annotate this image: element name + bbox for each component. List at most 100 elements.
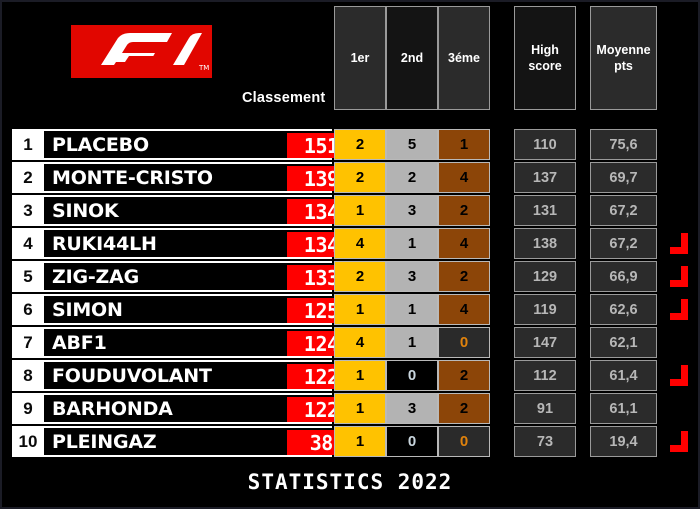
row-driver-name: SINOK — [52, 199, 119, 222]
table-header: TM Classement 1er 2nd 3éme High score Mo… — [2, 2, 698, 128]
row-moyenne-pts: 61,4 — [590, 360, 657, 391]
row-third-place-count: 2 — [438, 393, 490, 424]
row-high-score: 73 — [514, 426, 576, 457]
row-high-score: 147 — [514, 327, 576, 358]
table-row[interactable]: 1 PLACEBO 1511 2 5 1 110 75,6 — [2, 128, 698, 161]
row-moyenne-pts: 67,2 — [590, 195, 657, 226]
row-rank: 6 — [12, 294, 44, 325]
row-first-place-count: 2 — [334, 129, 386, 160]
row-moyenne-pts: 66,9 — [590, 261, 657, 292]
column-header-high-score-label: High score — [528, 42, 562, 74]
row-moyenne-pts: 62,6 — [590, 294, 657, 325]
row-high-score: 91 — [514, 393, 576, 424]
row-second-place-count: 3 — [386, 261, 438, 292]
row-third-place-count: 4 — [438, 294, 490, 325]
trend-down-marker-icon — [670, 266, 689, 287]
column-header-2nd: 2nd — [386, 6, 438, 110]
standings-rows: 1 PLACEBO 1511 2 5 1 110 75,6 2 MONTE-CRISTO 1394 2… — [2, 128, 698, 458]
row-first-place-count: 2 — [334, 162, 386, 193]
row-name-bar: PLEINGAZ 388 — [44, 426, 367, 457]
trend-down-marker-icon — [670, 233, 689, 254]
row-high-score: 129 — [514, 261, 576, 292]
row-third-place-count: 4 — [438, 162, 490, 193]
table-row[interactable]: 2 MONTE-CRISTO 1394 2 2 4 137 69,7 — [2, 161, 698, 194]
table-row[interactable]: 9 BARHONDA 1222 1 3 2 91 61,1 — [2, 392, 698, 425]
row-name-bar: ABF1 1241 — [44, 327, 367, 358]
row-rank: 5 — [12, 261, 44, 292]
row-rank: 4 — [12, 228, 44, 259]
row-rank: 10 — [12, 426, 44, 457]
table-row[interactable]: 10 PLEINGAZ 388 1 0 0 73 19,4 — [2, 425, 698, 458]
row-third-place-count: 0 — [438, 426, 490, 457]
row-driver-name: SIMON — [52, 298, 123, 321]
f1-logo: TM — [71, 25, 212, 78]
footer-title: STATISTICS 2022 — [247, 470, 453, 494]
row-driver-name: RUKI44LH — [52, 232, 157, 255]
row-high-score: 119 — [514, 294, 576, 325]
row-name-bar: SIMON 1251 — [44, 294, 367, 325]
row-name-bar: MONTE-CRISTO 1394 — [44, 162, 367, 193]
row-first-place-count: 1 — [334, 195, 386, 226]
row-second-place-count: 3 — [386, 393, 438, 424]
row-second-place-count: 3 — [386, 195, 438, 226]
trend-down-marker-icon — [670, 431, 689, 452]
row-name-bar: RUKI44LH 1344 — [44, 228, 367, 259]
row-first-place-count: 2 — [334, 261, 386, 292]
row-third-place-count: 2 — [438, 360, 490, 391]
row-driver-name: FOUDUVOLANT — [52, 364, 212, 387]
row-driver-name: ABF1 — [52, 331, 107, 354]
svg-text:TM: TM — [198, 64, 209, 72]
row-second-place-count: 1 — [386, 294, 438, 325]
table-row[interactable]: 4 RUKI44LH 1344 4 1 4 138 67,2 — [2, 227, 698, 260]
row-name-bar: FOUDUVOLANT 1227 — [44, 360, 367, 391]
row-second-place-count: 0 — [386, 426, 438, 457]
trend-down-marker-icon — [670, 365, 689, 386]
row-moyenne-pts: 67,2 — [590, 228, 657, 259]
table-row[interactable]: 5 ZIG-ZAG 1338 2 3 2 129 66,9 — [2, 260, 698, 293]
row-second-place-count: 5 — [386, 129, 438, 160]
table-row[interactable]: 8 FOUDUVOLANT 1227 1 0 2 112 61,4 — [2, 359, 698, 392]
row-high-score: 110 — [514, 129, 576, 160]
column-header-high-score: High score — [514, 6, 576, 110]
row-second-place-count: 1 — [386, 327, 438, 358]
row-driver-name: PLEINGAZ — [52, 430, 157, 453]
row-name-bar: PLACEBO 1511 — [44, 129, 367, 160]
row-high-score: 131 — [514, 195, 576, 226]
row-rank: 8 — [12, 360, 44, 391]
row-second-place-count: 2 — [386, 162, 438, 193]
row-name-bar: BARHONDA 1222 — [44, 393, 367, 424]
row-moyenne-pts: 19,4 — [590, 426, 657, 457]
row-driver-name: BARHONDA — [52, 397, 173, 420]
row-rank: 2 — [12, 162, 44, 193]
row-moyenne-pts: 62,1 — [590, 327, 657, 358]
column-header-3eme: 3éme — [438, 6, 490, 110]
row-third-place-count: 2 — [438, 195, 490, 226]
table-row[interactable]: 7 ABF1 1241 4 1 0 147 62,1 — [2, 326, 698, 359]
row-first-place-count: 4 — [334, 327, 386, 358]
row-driver-name: MONTE-CRISTO — [52, 166, 213, 189]
row-rank: 7 — [12, 327, 44, 358]
row-rank: 3 — [12, 195, 44, 226]
row-rank: 1 — [12, 129, 44, 160]
column-header-moyenne-pts: Moyenne pts — [590, 6, 657, 110]
row-third-place-count: 0 — [438, 327, 490, 358]
row-driver-name: PLACEBO — [52, 133, 149, 156]
row-name-bar: SINOK 1344 — [44, 195, 367, 226]
column-header-moyenne-pts-label: Moyenne pts — [596, 42, 651, 74]
table-row[interactable]: 6 SIMON 1251 1 1 4 119 62,6 — [2, 293, 698, 326]
classement-label: Classement — [242, 90, 326, 106]
row-third-place-count: 4 — [438, 228, 490, 259]
row-high-score: 138 — [514, 228, 576, 259]
row-third-place-count: 1 — [438, 129, 490, 160]
row-second-place-count: 0 — [386, 360, 438, 391]
table-row[interactable]: 3 SINOK 1344 1 3 2 131 67,2 — [2, 194, 698, 227]
row-high-score: 137 — [514, 162, 576, 193]
row-second-place-count: 1 — [386, 228, 438, 259]
row-high-score: 112 — [514, 360, 576, 391]
row-moyenne-pts: 75,6 — [590, 129, 657, 160]
row-name-bar: ZIG-ZAG 1338 — [44, 261, 367, 292]
row-first-place-count: 4 — [334, 228, 386, 259]
row-third-place-count: 2 — [438, 261, 490, 292]
row-moyenne-pts: 61,1 — [590, 393, 657, 424]
trend-down-marker-icon — [670, 299, 689, 320]
